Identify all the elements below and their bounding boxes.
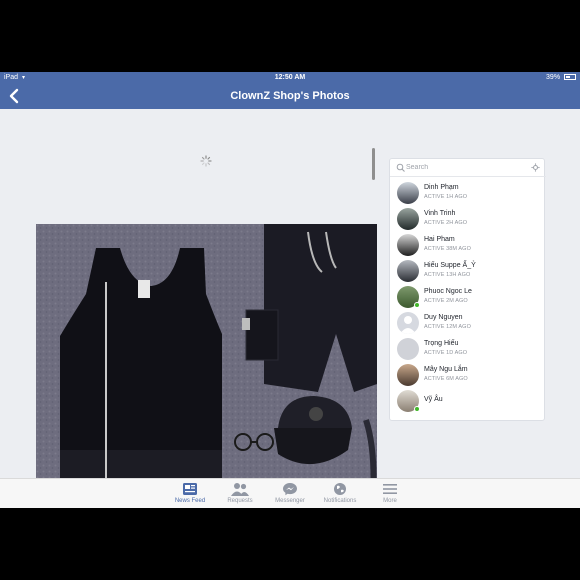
scrollbar[interactable] <box>372 148 375 180</box>
contact-status: ACTIVE 1H AGO <box>424 194 468 200</box>
clothing-flatlay-image <box>36 224 377 508</box>
menu-icon <box>383 484 397 494</box>
contact-item[interactable]: Vinh Trinh ACTIVE 2H AGO <box>390 206 546 232</box>
contact-name: Phuoc Ngoc Le <box>424 288 472 295</box>
tab-label: Notifications <box>323 498 357 504</box>
tab-more[interactable]: More <box>365 482 415 508</box>
contact-status: ACTIVE 13H AGO <box>424 272 471 278</box>
avatar <box>397 234 419 256</box>
online-indicator <box>414 406 420 412</box>
tab-messenger[interactable]: Messenger <box>265 482 315 508</box>
contact-item[interactable]: Trọng Hiếu ACTIVE 1D AGO <box>390 336 546 362</box>
contact-name: Trọng Hiếu <box>424 340 459 347</box>
tab-label: More <box>383 498 397 504</box>
contact-item[interactable]: Vỹ Âu <box>390 388 546 414</box>
tab-label: Requests <box>227 498 253 504</box>
page-title: ClownZ Shop's Photos <box>230 90 350 102</box>
chat-search-bar <box>390 159 546 177</box>
contact-status: ACTIVE 1D AGO <box>424 350 468 356</box>
avatar <box>397 312 419 334</box>
contact-name: Mây Ngu Lắm <box>424 366 468 373</box>
status-bar: iPad ▾ 12:50 AM 39% <box>0 72 580 84</box>
avatar <box>397 338 419 360</box>
globe-icon <box>334 483 346 495</box>
avatar <box>397 208 419 230</box>
news-feed-icon <box>183 483 197 495</box>
loading-spinner-icon <box>200 155 212 167</box>
contact-name: Hiếu Suppe Ẩ_Ỷ <box>424 262 476 269</box>
contact-item[interactable]: Dinh Phạm ACTIVE 1H AGO <box>390 180 546 206</box>
avatar <box>397 182 419 204</box>
contact-name: Vinh Trinh <box>424 210 456 217</box>
battery-percent: 39% <box>546 74 561 81</box>
tab-label: News Feed <box>174 498 206 504</box>
nav-bar: ClownZ Shop's Photos <box>0 84 580 109</box>
contact-status: ACTIVE 2M AGO <box>424 298 468 304</box>
contact-status: ACTIVE 12M AGO <box>424 324 471 330</box>
tab-notifications[interactable]: Notifications <box>315 482 365 508</box>
tab-bar: News Feed Requests Messenger Notificatio… <box>0 478 580 508</box>
contact-status: ACTIVE 6M AGO <box>424 376 468 382</box>
tab-news-feed[interactable]: News Feed <box>165 482 215 508</box>
default-avatar-icon <box>400 316 416 334</box>
friends-icon <box>231 483 249 496</box>
avatar <box>397 364 419 386</box>
search-icon <box>396 163 405 172</box>
search-input[interactable] <box>406 161 516 174</box>
contact-item[interactable]: Phuoc Ngoc Le ACTIVE 2M AGO <box>390 284 546 310</box>
clock: 12:50 AM <box>274 74 306 81</box>
messenger-icon <box>283 483 297 496</box>
contact-name: Vỹ Âu <box>424 396 443 403</box>
contact-status: ACTIVE 2H AGO <box>424 220 468 226</box>
chat-sidebar: Dinh Phạm ACTIVE 1H AGO Vinh Trinh ACTIV… <box>389 158 546 421</box>
tab-label: Messenger <box>275 498 305 504</box>
contact-status: ACTIVE 38M AGO <box>424 246 471 252</box>
contact-name: Hai Pham <box>424 236 455 243</box>
contact-item[interactable]: Hai Pham ACTIVE 38M AGO <box>390 232 546 258</box>
contact-item[interactable]: Mây Ngu Lắm ACTIVE 6M AGO <box>390 362 546 388</box>
contact-item[interactable]: Hiếu Suppe Ẩ_Ỷ ACTIVE 13H AGO <box>390 258 546 284</box>
contact-name: Duy Nguyen <box>424 314 463 321</box>
product-photo[interactable] <box>36 224 377 508</box>
photo-viewer: Dinh Phạm ACTIVE 1H AGO Vinh Trinh ACTIV… <box>0 109 580 508</box>
battery-icon <box>564 74 576 80</box>
avatar <box>397 260 419 282</box>
online-indicator <box>414 302 420 308</box>
contact-name: Dinh Phạm <box>424 184 459 191</box>
ipad-screen: iPad ▾ 12:50 AM 39% ClownZ Shop's Photos <box>0 72 580 508</box>
gear-icon[interactable] <box>531 163 540 172</box>
tab-requests[interactable]: Requests <box>215 482 265 508</box>
contact-item[interactable]: Duy Nguyen ACTIVE 12M AGO <box>390 310 546 336</box>
